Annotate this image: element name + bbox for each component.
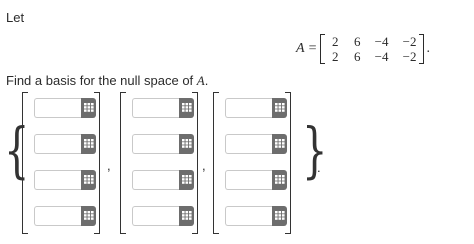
matrix-period: .	[426, 41, 430, 56]
matrix-name: A	[296, 41, 305, 56]
vector-entry-row	[34, 134, 96, 154]
question-suffix: .	[204, 73, 209, 88]
keypad-icon	[181, 207, 192, 225]
question-variable: A	[196, 73, 205, 88]
vector-entry-row	[225, 134, 287, 154]
keypad-button[interactable]	[179, 170, 194, 190]
keypad-button[interactable]	[179, 98, 194, 118]
basis-vector-2	[120, 92, 198, 234]
vector-entry-input[interactable]	[34, 134, 81, 154]
vector-entry-row	[34, 206, 96, 226]
matrix-cell: −4	[374, 34, 389, 49]
keypad-icon	[274, 171, 285, 189]
keypad-icon	[274, 135, 285, 153]
vector-entry-input[interactable]	[132, 134, 179, 154]
keypad-button[interactable]	[179, 206, 194, 226]
vector-entry-input[interactable]	[34, 206, 81, 226]
right-brace: }	[302, 116, 328, 186]
vector-entry-input[interactable]	[34, 170, 81, 190]
vector-entry-input[interactable]	[225, 134, 272, 154]
vector-entry-input[interactable]	[225, 98, 272, 118]
keypad-icon	[181, 171, 192, 189]
vector-entry-row	[225, 170, 287, 190]
vector-entry-input[interactable]	[225, 170, 272, 190]
question-prefix: Find a basis for the null space of	[6, 73, 197, 88]
matrix-cell: 2	[331, 34, 339, 49]
vector-entry-row	[132, 170, 194, 190]
matrix-cell: −4	[374, 49, 389, 64]
intro-text: Let	[6, 10, 25, 25]
vector-entry-input[interactable]	[132, 206, 179, 226]
keypad-icon	[83, 99, 94, 117]
vector-entry-row	[132, 134, 194, 154]
keypad-button[interactable]	[179, 134, 194, 154]
matrix-cell: −2	[402, 49, 417, 64]
vector-entry-input[interactable]	[34, 98, 81, 118]
keypad-button[interactable]	[272, 134, 287, 154]
question-text: Find a basis for the null space of A.	[6, 73, 208, 89]
keypad-icon	[181, 135, 192, 153]
equals-sign: =	[308, 41, 317, 56]
vector-entry-row	[225, 206, 287, 226]
matrix-cell: 6	[353, 34, 361, 49]
vector-entry-row	[34, 170, 96, 190]
keypad-button[interactable]	[81, 206, 96, 226]
keypad-icon	[83, 171, 94, 189]
vector-entry-row	[132, 206, 194, 226]
vector-entry-input[interactable]	[132, 170, 179, 190]
matrix-A: 2 6 −4 −2 2 6 −4 −2	[320, 34, 425, 64]
vector-entry-row	[34, 98, 96, 118]
keypad-button[interactable]	[272, 170, 287, 190]
keypad-icon	[274, 99, 285, 117]
vector-separator: ,	[107, 158, 111, 173]
keypad-button[interactable]	[81, 134, 96, 154]
keypad-button[interactable]	[81, 98, 96, 118]
keypad-icon	[83, 135, 94, 153]
vector-entry-row	[132, 98, 194, 118]
matrix-definition: A = 2 6 −4 −2 2 6 −4 −2 .	[296, 34, 430, 64]
vector-separator: ,	[202, 158, 206, 173]
keypad-button[interactable]	[81, 170, 96, 190]
keypad-button[interactable]	[272, 206, 287, 226]
matrix-cell: −2	[402, 34, 417, 49]
keypad-button[interactable]	[272, 98, 287, 118]
basis-vector-1	[22, 92, 100, 234]
vector-entry-row	[225, 98, 287, 118]
vector-entry-input[interactable]	[225, 206, 272, 226]
set-end-period: .	[317, 160, 321, 175]
keypad-icon	[274, 207, 285, 225]
keypad-icon	[83, 207, 94, 225]
matrix-cell: 6	[353, 49, 361, 64]
matrix-cell: 2	[331, 49, 339, 64]
basis-vector-3	[213, 92, 291, 234]
vector-entry-input[interactable]	[132, 98, 179, 118]
keypad-icon	[181, 99, 192, 117]
